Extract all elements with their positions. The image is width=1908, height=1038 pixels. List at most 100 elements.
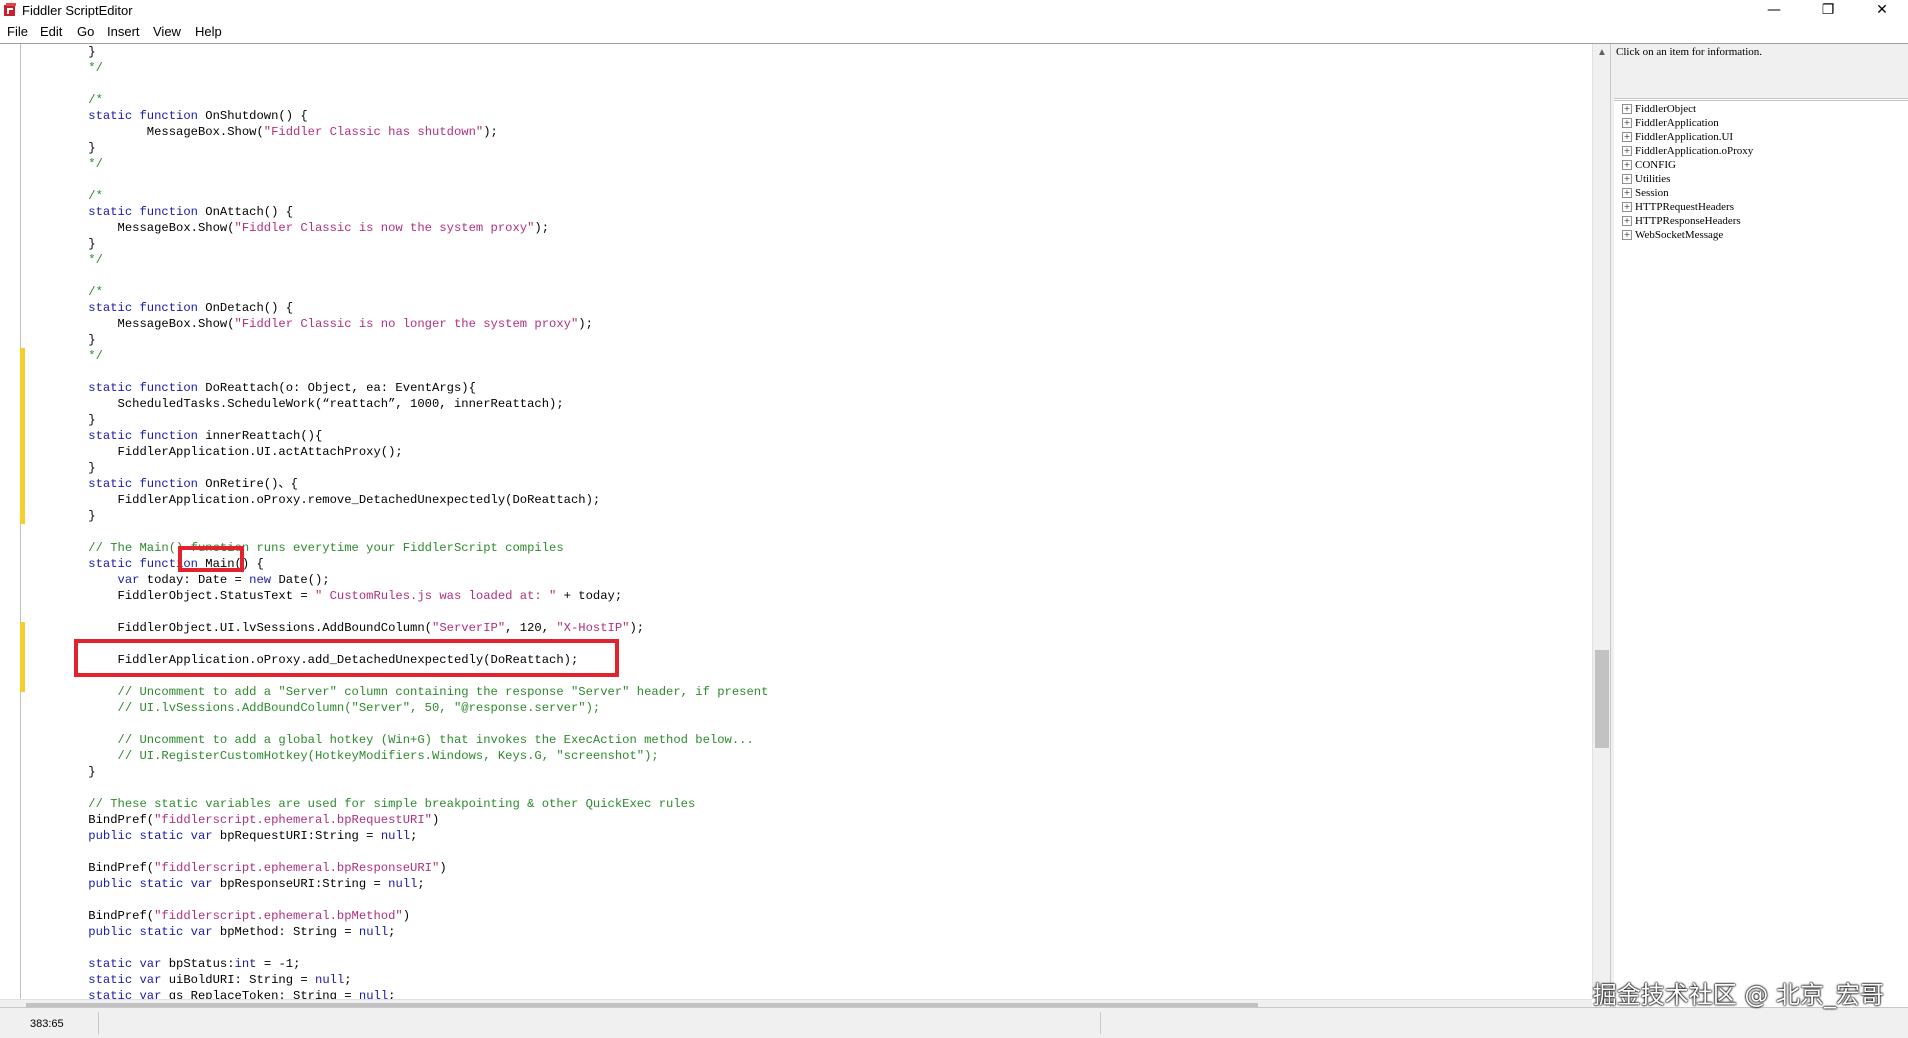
code-line[interactable] <box>59 940 768 956</box>
menu-file[interactable]: File <box>7 24 28 39</box>
code-line[interactable]: BindPref("fiddlerscript.ephemeral.bpMeth… <box>59 908 768 924</box>
code-line[interactable]: static function OnShutdown() { <box>59 108 768 124</box>
code-line[interactable]: */ <box>59 60 768 76</box>
code-line[interactable] <box>59 844 768 860</box>
code-line[interactable]: static function OnDetach() { <box>59 300 768 316</box>
code-line[interactable]: */ <box>59 156 768 172</box>
code-line[interactable] <box>59 172 768 188</box>
code-line[interactable]: } <box>59 460 768 476</box>
horizontal-scrollbar[interactable]: ‹ <box>0 999 1592 1007</box>
vertical-scroll-thumb[interactable] <box>1595 650 1609 748</box>
expand-plus-icon[interactable]: + <box>1622 216 1632 226</box>
tree-item-httpresponseheaders[interactable]: + HTTPResponseHeaders <box>1622 215 1741 229</box>
close-button[interactable]: ✕ <box>1859 0 1905 20</box>
code-line[interactable]: MessageBox.Show("Fiddler Classic is no l… <box>59 316 768 332</box>
tree-item-fiddlerapplication[interactable]: + FiddlerApplication <box>1622 117 1719 131</box>
tree-item-config[interactable]: + CONFIG <box>1622 159 1676 173</box>
tree-item-fiddlerobject[interactable]: + FiddlerObject <box>1622 103 1696 117</box>
code-line[interactable] <box>59 364 768 380</box>
script-editor[interactable]: } */ /* static function OnShutdown() { M… <box>0 44 1614 1007</box>
code-area[interactable]: } */ /* static function OnShutdown() { M… <box>59 44 768 1004</box>
code-line[interactable]: BindPref("fiddlerscript.ephemeral.bpResp… <box>59 860 768 876</box>
code-line[interactable]: static var bpStatus:int = -1; <box>59 956 768 972</box>
code-line[interactable]: } <box>59 508 768 524</box>
scroll-left-arrow-icon[interactable]: ‹ <box>2 1000 16 1007</box>
expand-plus-icon[interactable]: + <box>1622 104 1632 114</box>
expand-plus-icon[interactable]: + <box>1622 202 1632 212</box>
code-line[interactable] <box>59 76 768 92</box>
menu-view[interactable]: View <box>153 24 181 39</box>
code-line[interactable]: FiddlerApplication.UI.actAttachProxy(); <box>59 444 768 460</box>
code-line[interactable]: // Uncomment to add a "Server" column co… <box>59 684 769 700</box>
expand-plus-icon[interactable]: + <box>1622 230 1632 240</box>
code-line[interactable]: // UI.lvSessions.AddBoundColumn("Server"… <box>59 700 768 716</box>
code-line[interactable]: static function OnRetire()、{ <box>59 476 768 492</box>
code-token: // UI.lvSessions.AddBoundColumn("Server"… <box>59 701 601 715</box>
code-line[interactable]: MessageBox.Show("Fiddler Classic is now … <box>59 220 768 236</box>
code-line[interactable]: ScheduledTasks.ScheduleWork(“reattach”, … <box>59 396 768 412</box>
code-line[interactable]: // These static variables are used for s… <box>59 796 768 812</box>
code-line[interactable]: static function Main() { <box>59 556 768 572</box>
expand-plus-icon[interactable]: + <box>1622 118 1632 128</box>
code-line[interactable] <box>59 524 768 540</box>
code-line[interactable]: } <box>59 44 768 60</box>
tree-item-fiddlerapplication-oproxy[interactable]: + FiddlerApplication.oProxy <box>1622 145 1753 159</box>
code-line[interactable] <box>59 604 768 620</box>
code-line[interactable]: } <box>59 764 768 780</box>
expand-plus-icon[interactable]: + <box>1622 146 1632 156</box>
code-line[interactable]: FiddlerApplication.oProxy.remove_Detache… <box>59 492 768 508</box>
code-line[interactable]: } <box>59 332 768 348</box>
restore-button[interactable]: ❐ <box>1805 0 1851 20</box>
code-token: OnAttach() { <box>205 205 294 219</box>
code-line[interactable]: FiddlerObject.UI.lvSessions.AddBoundColu… <box>59 620 768 636</box>
expand-plus-icon[interactable]: + <box>1622 160 1632 170</box>
code-line[interactable]: } <box>59 236 768 252</box>
scroll-up-arrow-icon[interactable]: ▲ <box>1593 44 1611 62</box>
code-line[interactable] <box>59 780 768 796</box>
code-line[interactable]: // UI.RegisterCustomHotkey(HotkeyModifie… <box>59 748 768 764</box>
tree-item-httprequestheaders[interactable]: + HTTPRequestHeaders <box>1622 201 1734 215</box>
code-line[interactable]: static var uiBoldURI: String = null; <box>59 972 768 988</box>
tree-item-session[interactable]: + Session <box>1622 187 1669 201</box>
code-line[interactable]: } <box>59 140 768 156</box>
code-line[interactable] <box>59 892 768 908</box>
code-line[interactable]: /* <box>59 188 768 204</box>
code-line[interactable]: } <box>59 412 768 428</box>
code-line[interactable]: BindPref("fiddlerscript.ephemeral.bpRequ… <box>59 812 768 828</box>
code-line[interactable]: static function OnAttach() { <box>59 204 768 220</box>
tree-item-websocketmessage[interactable]: + WebSocketMessage <box>1622 229 1723 243</box>
code-line[interactable]: FiddlerObject.StatusText = " CustomRules… <box>59 588 768 604</box>
code-line[interactable]: /* <box>59 92 768 108</box>
code-line[interactable]: MessageBox.Show("Fiddler Classic has shu… <box>59 124 768 140</box>
code-line[interactable]: static function innerReattach(){ <box>59 428 768 444</box>
code-line[interactable]: // The Main() function runs everytime yo… <box>59 540 768 556</box>
tree-item-utilities[interactable]: + Utilities <box>1622 173 1670 187</box>
code-line[interactable]: public static var bpRequestURI:String = … <box>59 828 768 844</box>
code-line[interactable] <box>59 716 768 732</box>
code-line[interactable]: */ <box>59 348 768 364</box>
code-line[interactable]: static function DoReattach(o: Object, ea… <box>59 380 768 396</box>
code-line[interactable]: /* <box>59 284 768 300</box>
menu-go[interactable]: Go <box>77 24 94 39</box>
expand-plus-icon[interactable]: + <box>1622 174 1632 184</box>
menu-edit[interactable]: Edit <box>40 24 62 39</box>
object-tree[interactable]: + FiddlerObject + FiddlerApplication + Fidd… <box>1614 100 1908 1008</box>
code-line[interactable] <box>59 268 768 284</box>
code-line[interactable]: public static var bpResponseURI:String =… <box>59 876 768 892</box>
code-token: "fiddlerscript.ephemeral.bpMethod" <box>154 909 403 923</box>
code-token: static var <box>59 957 169 971</box>
code-token: null <box>388 877 418 891</box>
menu-insert[interactable]: Insert <box>107 24 140 39</box>
code-line[interactable]: var today: Date = new Date(); <box>59 572 768 588</box>
tree-item-fiddlerapplication-ui[interactable]: + FiddlerApplication.UI <box>1622 131 1733 145</box>
vertical-scrollbar[interactable]: ▲ <box>1592 44 1611 999</box>
minimize-button[interactable]: — <box>1751 0 1797 20</box>
expand-plus-icon[interactable]: + <box>1622 132 1632 142</box>
code-line[interactable]: public static var bpMethod: String = nul… <box>59 924 768 940</box>
code-line[interactable]: */ <box>59 252 768 268</box>
menu-help[interactable]: Help <box>195 24 222 39</box>
expand-plus-icon[interactable]: + <box>1622 188 1632 198</box>
code-token: static var <box>59 973 169 987</box>
window-title: Fiddler ScriptEditor <box>22 3 133 18</box>
code-line[interactable]: // Uncomment to add a global hotkey (Win… <box>59 732 768 748</box>
